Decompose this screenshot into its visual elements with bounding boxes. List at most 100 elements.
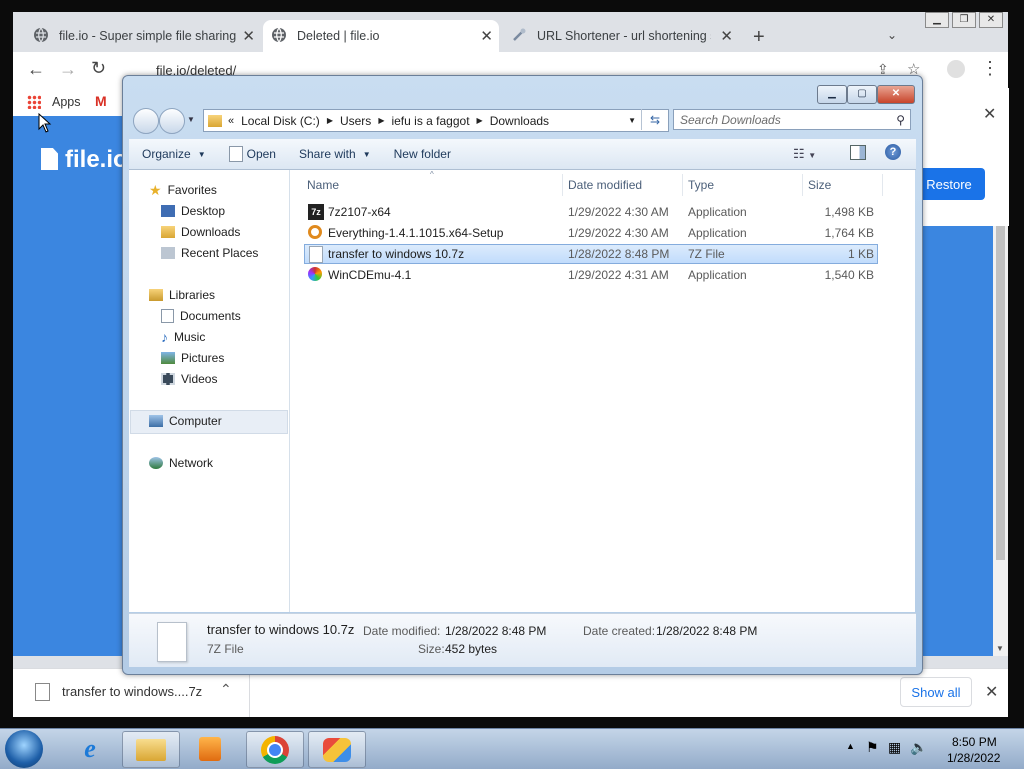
nav-desktop[interactable]: Desktop <box>161 201 225 221</box>
overflow-chevron-icon[interactable]: « <box>228 115 234 127</box>
details-date-modified: 1/28/2022 8:48 PM <box>445 624 547 638</box>
column-header-type[interactable]: Type <box>688 178 714 192</box>
download-chevron-up-icon[interactable]: ⌃ <box>220 681 232 698</box>
back-arrow-icon[interactable]: ← <box>27 59 45 80</box>
chevron-down-icon: ▼ <box>362 149 371 159</box>
new-tab-icon[interactable]: + <box>753 26 765 49</box>
breadcrumb-user-folder[interactable]: iefu is a faggot <box>391 114 469 128</box>
forward-button[interactable] <box>159 108 185 134</box>
minimize-button[interactable]: ▁ <box>817 85 847 104</box>
nav-music[interactable]: ♪ Music <box>161 327 205 347</box>
bookmark-apps[interactable]: Apps <box>52 95 81 109</box>
maximize-button[interactable]: ❐ <box>952 12 976 28</box>
open-label: Open <box>246 147 276 161</box>
nav-computer[interactable]: Computer <box>149 411 222 431</box>
network-tray-icon[interactable]: ▦ <box>888 739 901 756</box>
help-icon[interactable]: ? <box>885 144 901 160</box>
tab-search-chevron-icon[interactable]: ⌄ <box>887 28 897 42</box>
address-dropdown-icon[interactable]: ▼ <box>628 116 636 125</box>
mouse-cursor-icon <box>38 113 52 133</box>
tab-deleted-file-io[interactable]: Deleted | file.io ✕ <box>263 20 499 52</box>
profile-avatar-icon[interactable] <box>947 60 965 78</box>
share-with-button[interactable]: Share with ▼ <box>299 147 371 161</box>
nav-favorites[interactable]: ★ Favorites <box>149 180 217 200</box>
back-button[interactable] <box>133 108 159 134</box>
close-tab-icon[interactable]: ✕ <box>242 27 255 45</box>
breadcrumb-downloads[interactable]: Downloads <box>490 114 549 128</box>
pictures-icon <box>161 352 175 364</box>
volume-muted-icon[interactable]: 🔈 <box>910 739 927 756</box>
new-folder-button[interactable]: New folder <box>394 147 451 161</box>
column-divider[interactable] <box>882 174 883 196</box>
taskbar-explorer[interactable] <box>122 731 180 768</box>
scroll-down-arrow-icon[interactable]: ▼ <box>996 644 1004 653</box>
refresh-icon[interactable]: ⇆ <box>641 109 668 130</box>
column-divider[interactable] <box>802 174 803 196</box>
close-window-button[interactable]: ✕ <box>979 12 1003 28</box>
column-header-date[interactable]: Date modified <box>568 178 642 192</box>
breadcrumb-arrow-icon[interactable]: ▶ <box>477 116 483 125</box>
maximize-button[interactable]: ▢ <box>847 85 877 104</box>
organize-button[interactable]: Organize ▼ <box>142 147 206 161</box>
gmail-icon[interactable]: M <box>95 93 107 109</box>
taskbar-internet-explorer[interactable]: e <box>62 731 118 766</box>
chrome-icon <box>261 735 289 764</box>
close-button[interactable]: ✕ <box>877 85 915 104</box>
file-row[interactable]: Everything-1.4.1.1015.x64-Setup 1/29/202… <box>304 223 878 243</box>
nav-documents[interactable]: Documents <box>161 306 241 326</box>
close-download-bar-icon[interactable]: ✕ <box>985 682 998 702</box>
nav-videos[interactable]: Videos <box>161 369 217 389</box>
details-file-type: 7Z File <box>207 642 244 656</box>
file-large-icon <box>157 622 187 662</box>
organize-label: Organize <box>142 147 191 161</box>
tab-url-shortener[interactable]: URL Shortener - url shortening se ✕ <box>503 20 739 52</box>
column-header-size[interactable]: Size <box>808 178 831 192</box>
breadcrumb-users[interactable]: Users <box>340 114 371 128</box>
close-tab-icon[interactable]: ✕ <box>480 27 493 45</box>
navigation-pane: ★ Favorites Desktop Downloads Recent Plac… <box>129 170 290 612</box>
tab-file-io[interactable]: file.io - Super simple file sharing ✕ <box>25 20 261 52</box>
column-divider[interactable] <box>682 174 683 196</box>
forward-arrow-icon[interactable]: → <box>59 59 77 80</box>
nav-network[interactable]: Network <box>149 453 213 473</box>
action-center-flag-icon[interactable]: ⚑ <box>866 739 879 756</box>
search-icon[interactable]: ⚲ <box>896 113 905 127</box>
download-filename[interactable]: transfer to windows....7z <box>62 684 202 699</box>
breadcrumb-local-disk[interactable]: Local Disk (C:) <box>241 114 320 128</box>
close-icon[interactable]: ✕ <box>983 104 996 124</box>
search-input[interactable]: Search Downloads ⚲ <box>673 109 911 130</box>
preview-pane-icon[interactable] <box>850 145 866 160</box>
file-row[interactable]: WinCDEmu-4.1 1/29/2022 4:31 AM Applicati… <box>304 265 878 285</box>
column-header-name[interactable]: Name <box>307 178 339 192</box>
desktop-icon <box>161 205 175 217</box>
address-bar[interactable]: « Local Disk (C:) ▶ Users ▶ iefu is a fa… <box>203 109 669 132</box>
file-row[interactable]: 7z 7z2107-x64 1/29/2022 4:30 AM Applicat… <box>304 202 878 222</box>
reload-icon[interactable]: ↻ <box>91 58 106 79</box>
clock-time[interactable]: 8:50 PM <box>952 735 997 749</box>
minimize-button[interactable]: ▁ <box>925 12 949 28</box>
column-divider[interactable] <box>562 174 563 196</box>
breadcrumb-arrow-icon[interactable]: ▶ <box>327 116 333 125</box>
taskbar-media-player[interactable] <box>182 731 238 766</box>
7zip-icon: 7z <box>308 204 324 220</box>
recent-pages-chevron-icon[interactable]: ▼ <box>187 115 195 124</box>
network-icon <box>149 457 163 469</box>
clock-date[interactable]: 1/28/2022 <box>947 751 1000 765</box>
menu-kebab-icon[interactable]: ⋮ <box>981 58 999 79</box>
nav-downloads[interactable]: Downloads <box>161 222 240 242</box>
nav-libraries[interactable]: Libraries <box>149 285 215 305</box>
file-row-selected[interactable]: transfer to windows 10.7z 1/28/2022 8:48… <box>304 244 878 264</box>
view-options-icon[interactable]: ☷ ▼ <box>793 146 816 162</box>
apps-grid-icon[interactable] <box>27 95 41 109</box>
nav-pictures[interactable]: Pictures <box>161 348 224 368</box>
close-tab-icon[interactable]: ✕ <box>720 27 733 45</box>
show-all-button[interactable]: Show all <box>900 677 972 707</box>
restore-button[interactable]: Restore <box>913 168 985 200</box>
start-button[interactable] <box>5 730 43 768</box>
taskbar-chrome[interactable] <box>246 731 304 768</box>
show-hidden-icons-chevron-icon[interactable]: ▲ <box>846 741 855 751</box>
taskbar-app[interactable] <box>308 731 366 768</box>
open-button[interactable]: Open <box>228 146 276 162</box>
nav-recent-places[interactable]: Recent Places <box>161 243 258 263</box>
breadcrumb-arrow-icon[interactable]: ▶ <box>378 116 384 125</box>
